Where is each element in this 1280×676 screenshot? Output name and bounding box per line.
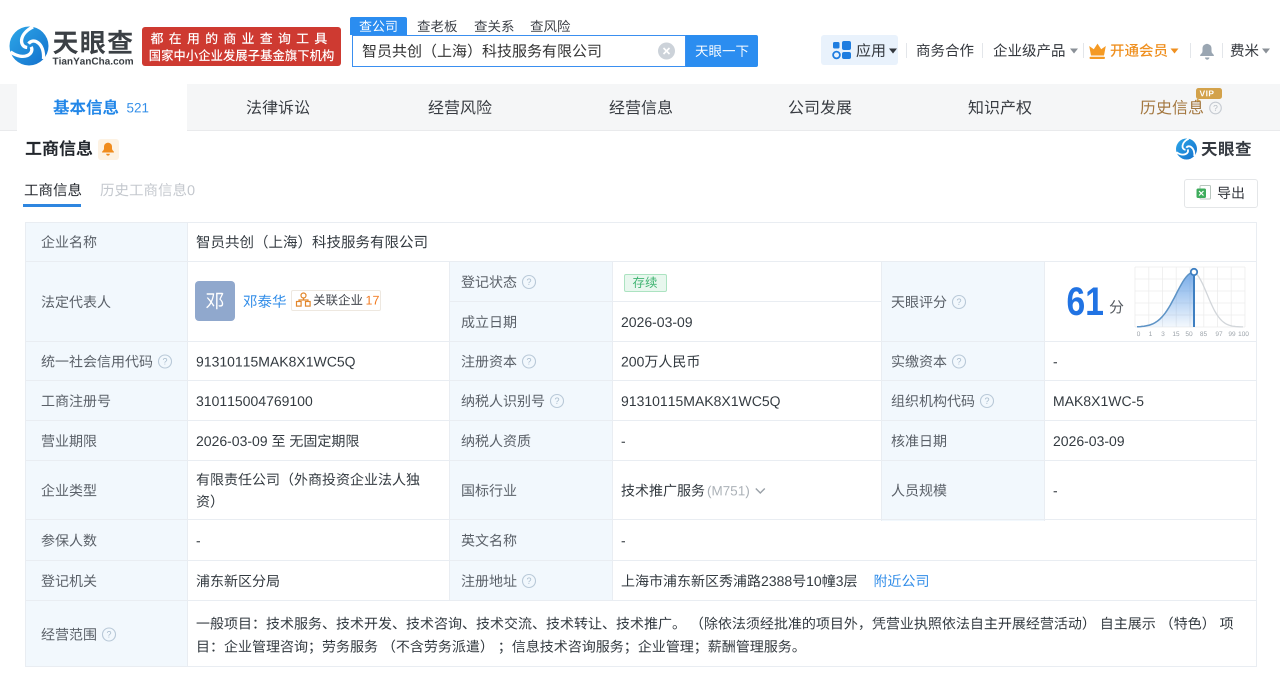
svg-text:?: ? [526, 576, 531, 586]
svg-text:?: ? [106, 630, 111, 640]
svg-text:?: ? [162, 357, 167, 367]
svg-text:?: ? [984, 396, 989, 406]
svg-text:?: ? [1213, 103, 1218, 113]
svg-text:?: ? [526, 277, 531, 287]
svg-text:?: ? [956, 357, 961, 367]
svg-text:?: ? [956, 297, 961, 307]
svg-text:?: ? [554, 396, 559, 406]
svg-text:?: ? [526, 357, 531, 367]
